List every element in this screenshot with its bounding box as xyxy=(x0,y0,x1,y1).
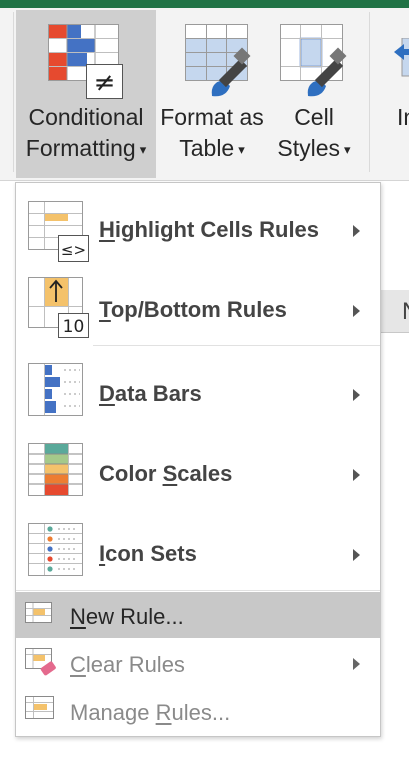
submenu-arrow-icon xyxy=(353,549,360,561)
submenu-arrow-icon xyxy=(353,658,360,670)
svg-text:≠: ≠ xyxy=(94,68,116,98)
menu-separator xyxy=(16,590,380,591)
top-bottom-rules-icon: 10 xyxy=(28,277,89,338)
highlight-cells-rules-icon: ≤> xyxy=(28,201,89,262)
ribbon-separator xyxy=(369,12,370,172)
conditional-formatting-menu: ≤> Highlight Cells Rules 10 Top/Bottom R… xyxy=(15,182,381,737)
format-as-table-label: Format as Table ▾ xyxy=(160,104,264,161)
conditional-formatting-icon: ≠ xyxy=(48,24,123,99)
cell-styles-label: Cell Styles ▾ xyxy=(277,104,351,161)
insert-icon xyxy=(394,38,409,77)
chevron-down-icon: ▾ xyxy=(238,142,245,158)
column-header-letter: N xyxy=(402,298,409,326)
menu-item-data-bars[interactable]: Data Bars xyxy=(16,349,380,433)
chevron-down-icon: ▾ xyxy=(139,142,147,158)
insert-button[interactable]: In xyxy=(386,10,409,178)
menu-item-color-scales[interactable]: Color Scales xyxy=(16,433,380,513)
new-rule-icon xyxy=(25,602,52,623)
conditional-formatting-button[interactable]: ≠ Conditional Formatting ▾ xyxy=(16,10,156,178)
svg-text:10: 10 xyxy=(63,317,85,337)
color-scales-icon xyxy=(28,443,83,496)
format-as-table-icon xyxy=(185,24,251,97)
submenu-arrow-icon xyxy=(353,389,360,401)
menu-item-icon-sets[interactable]: Icon Sets xyxy=(16,513,380,593)
submenu-arrow-icon xyxy=(353,469,360,481)
menu-item-clear-rules[interactable]: Clear Rules xyxy=(16,640,380,686)
submenu-arrow-icon xyxy=(353,305,360,317)
format-as-table-button[interactable]: Format as Table ▾ xyxy=(158,10,266,178)
submenu-arrow-icon xyxy=(353,225,360,237)
cell-styles-icon xyxy=(280,24,347,97)
menu-item-new-rule[interactable]: New Rule... xyxy=(16,592,380,638)
ribbon-separator xyxy=(13,12,14,172)
icon-sets-icon xyxy=(28,523,83,576)
menu-item-top-bottom-rules[interactable]: 10 Top/Bottom Rules xyxy=(16,269,380,349)
manage-rules-icon xyxy=(25,696,54,719)
conditional-formatting-label: Conditional Formatting ▾ xyxy=(25,104,147,161)
menu-item-manage-rules[interactable]: Manage Rules... xyxy=(16,688,380,734)
insert-label: In xyxy=(397,104,409,130)
svg-text:≤>: ≤> xyxy=(61,241,86,259)
data-bars-icon xyxy=(28,363,83,416)
title-bar-strip xyxy=(0,0,409,8)
cell-styles-button[interactable]: Cell Styles ▾ xyxy=(272,10,356,178)
clear-rules-icon xyxy=(25,648,56,676)
chevron-down-icon: ▾ xyxy=(344,142,351,158)
menu-item-highlight-cells-rules[interactable]: ≤> Highlight Cells Rules xyxy=(16,189,380,269)
